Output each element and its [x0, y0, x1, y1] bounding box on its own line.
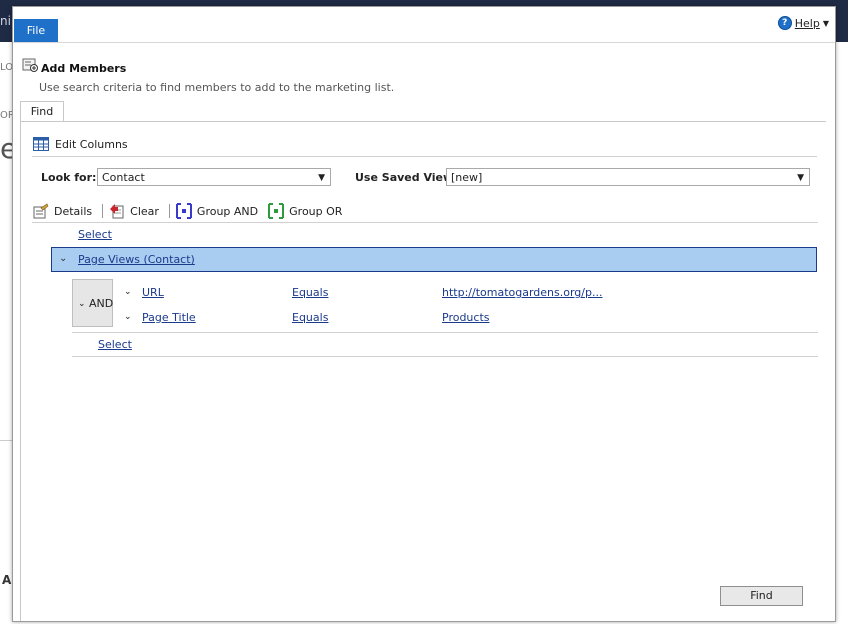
chevron-down-icon[interactable]: ⌄ — [124, 312, 132, 322]
criteria-operator[interactable]: Equals — [292, 286, 328, 299]
edit-columns-label: Edit Columns — [55, 137, 128, 151]
divider — [32, 156, 817, 157]
query-toolbar: Details Clear Group AND Group OR — [33, 203, 352, 219]
ribbon-divider — [13, 42, 835, 43]
clear-button[interactable]: Clear — [109, 203, 159, 219]
group-or-label: Group OR — [289, 204, 343, 218]
criteria-row: ⌄ URL Equals http://tomatogardens.org/p.… — [121, 284, 817, 304]
background-text: A — [2, 573, 12, 587]
group-and-label: Group AND — [196, 204, 259, 218]
group-and-button[interactable]: Group AND — [175, 203, 259, 219]
divider — [72, 356, 818, 357]
divider — [72, 332, 818, 333]
saved-view-value: [new] — [451, 171, 483, 184]
and-label: AND — [89, 297, 114, 310]
help-label: Help — [794, 16, 820, 30]
details-label: Details — [54, 204, 93, 218]
query-group-row[interactable]: ⌄ Page Views (Contact) — [51, 247, 817, 272]
dropdown-arrow-icon: ▼ — [318, 173, 325, 183]
saved-view-select[interactable]: [new] ▼ — [446, 168, 810, 186]
chevron-down-icon[interactable]: ⌄ — [124, 287, 132, 297]
criteria-row: ⌄ Page Title Equals Products — [121, 309, 817, 329]
find-button[interactable]: Find — [720, 586, 803, 606]
lookfor-select[interactable]: Contact ▼ — [97, 168, 331, 186]
chevron-down-icon: ▼ — [822, 18, 829, 28]
criteria-value[interactable]: Products — [442, 311, 490, 324]
background-divider — [0, 440, 12, 441]
and-group-toggle[interactable]: ⌄ AND — [72, 279, 113, 327]
clear-label: Clear — [130, 204, 159, 218]
select-link[interactable]: Select — [78, 228, 112, 241]
group-or-icon — [268, 203, 285, 219]
toolbar-separator — [168, 204, 170, 218]
edit-columns-button[interactable]: Edit Columns — [33, 137, 128, 151]
chevron-down-icon[interactable]: ⌄ — [59, 253, 67, 264]
background-app-left — [0, 42, 12, 624]
criteria-field[interactable]: URL — [142, 286, 164, 299]
columns-icon — [33, 137, 49, 151]
criteria-value[interactable]: http://tomatogardens.org/p... — [442, 286, 602, 299]
clear-icon — [110, 204, 124, 219]
group-and-icon — [175, 203, 192, 219]
dialog-title: Add Members — [41, 62, 127, 75]
add-members-dialog: File ? Help ▼ Add Members Use search cri… — [12, 6, 836, 622]
lookfor-label: Look for: — [41, 171, 97, 184]
tab-find[interactable]: Find — [20, 101, 64, 122]
group-or-button[interactable]: Group OR — [268, 203, 342, 219]
details-button[interactable]: Details — [33, 203, 92, 219]
add-members-icon — [22, 58, 38, 72]
tab-divider — [20, 121, 826, 122]
help-icon: ? — [777, 16, 792, 30]
toolbar-separator — [102, 204, 104, 218]
lookfor-value: Contact — [102, 171, 145, 184]
group-entity-link[interactable]: Page Views (Contact) — [78, 253, 195, 266]
file-tab[interactable]: File — [14, 19, 58, 43]
background-app-right — [834, 42, 848, 624]
divider — [32, 222, 818, 223]
help-menu[interactable]: ? Help ▼ — [777, 16, 829, 30]
dropdown-arrow-icon: ▼ — [797, 173, 804, 183]
inner-select-link[interactable]: Select — [98, 338, 132, 351]
background-text: ni — [0, 14, 11, 28]
chevron-down-icon: ⌄ — [78, 299, 86, 309]
panel-border — [20, 121, 21, 621]
details-icon — [33, 203, 49, 219]
saved-view-label: Use Saved View: — [355, 171, 458, 184]
criteria-field[interactable]: Page Title — [142, 311, 196, 324]
dialog-subtitle: Use search criteria to find members to a… — [39, 81, 395, 94]
criteria-operator[interactable]: Equals — [292, 311, 328, 324]
